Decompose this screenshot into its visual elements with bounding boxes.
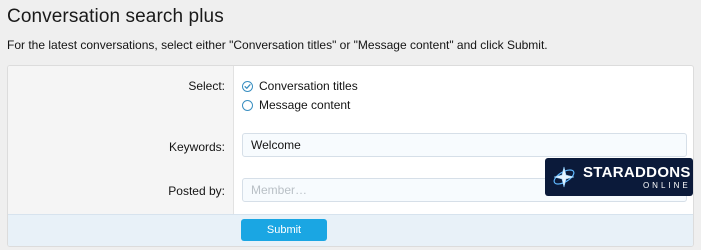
page: Conversation search plus For the latest … — [0, 0, 701, 250]
radio-checked-icon[interactable] — [242, 80, 253, 92]
label-column: Select: Keywords: Posted by: — [8, 66, 234, 214]
watermark-text: STARADDONS ONLINE — [583, 165, 691, 190]
radio-unchecked-icon[interactable] — [242, 99, 253, 111]
form-footer: Submit — [8, 214, 693, 246]
page-title: Conversation search plus — [7, 6, 224, 27]
option-message-content[interactable]: Message content — [242, 98, 350, 112]
star-logo-icon — [553, 166, 575, 188]
option-label: Conversation titles — [259, 79, 358, 93]
submit-button[interactable]: Submit — [241, 219, 327, 241]
page-description: For the latest conversations, select eit… — [7, 38, 548, 52]
keywords-input[interactable] — [242, 133, 687, 157]
option-conversation-titles[interactable]: Conversation titles — [242, 79, 358, 93]
watermark-logo: STARADDONS ONLINE — [545, 158, 693, 196]
posted-by-label: Posted by: — [168, 184, 225, 198]
search-form: Select: Keywords: Posted by: Conversatio… — [7, 65, 694, 247]
option-label: Message content — [259, 98, 351, 112]
watermark-sub-text: ONLINE — [642, 180, 691, 190]
watermark-main-text: STARADDONS — [583, 163, 691, 181]
keywords-label: Keywords: — [168, 140, 225, 154]
select-label: Select: — [188, 79, 225, 93]
